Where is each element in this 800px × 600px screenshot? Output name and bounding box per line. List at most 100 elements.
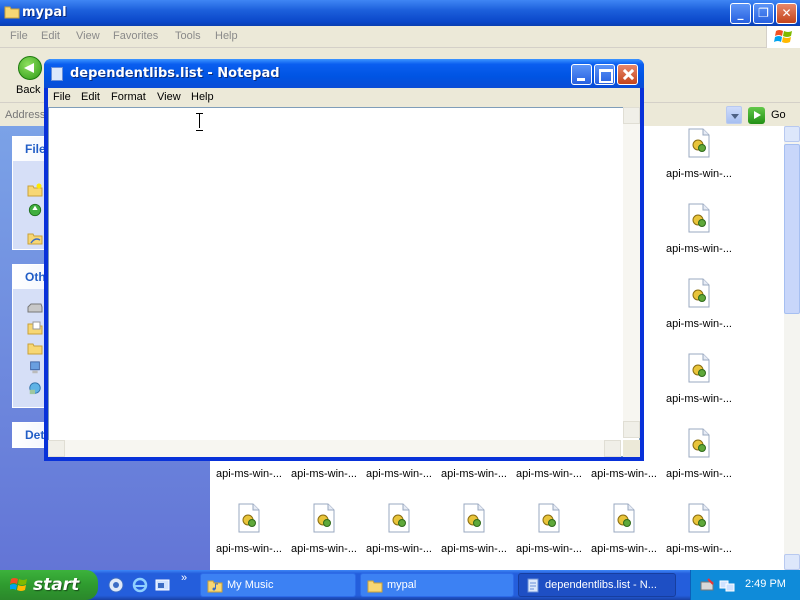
file-label: api-ms-win-... [665,318,732,330]
file-label: api-ms-win-... [365,468,432,480]
minimize-button[interactable] [571,64,592,85]
notepad-titlebar[interactable]: dependentlibs.list - Notepad [44,59,644,88]
file-label: api-ms-win-... [365,543,432,555]
file-label: api-ms-win-... [290,543,357,555]
file-item[interactable]: api-ms-win-... [436,503,512,563]
dll-file-icon [538,503,560,533]
file-label: api-ms-win-... [665,393,732,405]
file-item[interactable]: api-ms-win-... [211,503,287,563]
file-label: api-ms-win-... [515,468,582,480]
windows-logo-icon [766,26,800,48]
notepad-window: dependentlibs.list - Notepad File Edit F… [44,59,644,461]
file-item[interactable]: api-ms-win-... [661,353,737,413]
menu-favorites[interactable]: Favorites [113,30,158,42]
publish-web-icon[interactable] [27,203,43,217]
dll-file-icon [688,503,710,533]
folder-icon [4,6,20,19]
vertical-scrollbar[interactable] [623,107,640,438]
dll-file-icon [688,353,710,383]
go-label: Go [771,109,786,121]
menu-file[interactable]: File [53,91,71,103]
show-desktop-icon[interactable] [155,577,171,593]
shared-documents-icon[interactable] [27,341,43,355]
scroll-down-button[interactable] [784,554,800,570]
file-list-scrollbar[interactable] [784,126,800,570]
dll-file-icon [388,503,410,533]
explorer-title: mypal [22,5,67,20]
back-button[interactable]: Back [12,54,48,98]
size-grip[interactable] [623,440,640,457]
task-label: My Music [227,579,274,591]
file-item[interactable]: api-ms-win-... [661,128,737,188]
file-label: api-ms-win-... [515,543,582,555]
network-status-icon[interactable] [719,577,735,593]
file-item[interactable]: api-ms-win-... [511,503,587,563]
windows-logo-icon [10,578,27,591]
scroll-left-button[interactable] [48,440,65,457]
file-item[interactable]: api-ms-win-... [286,503,362,563]
network-places-icon[interactable] [27,381,43,395]
restore-button[interactable]: ❐ [753,3,774,24]
dll-file-icon [688,203,710,233]
my-documents-icon[interactable] [27,321,43,335]
notepad-menubar: File Edit Format View Help [48,88,640,107]
menu-view[interactable]: View [157,91,181,103]
task-label: mypal [387,579,417,591]
menu-file[interactable]: File [10,30,28,42]
file-item[interactable]: api-ms-win-... [661,428,737,488]
clock[interactable]: 2:49 PM [745,578,786,590]
notepad-icon [51,67,63,81]
menu-tools[interactable]: Tools [175,30,201,42]
file-label: api-ms-win-... [665,468,732,480]
menu-edit[interactable]: Edit [41,30,60,42]
dll-file-icon [313,503,335,533]
internet-explorer-icon[interactable] [132,577,148,593]
scroll-up-button[interactable] [623,107,640,124]
menu-help[interactable]: Help [191,91,214,103]
address-label: Address [5,109,46,121]
menu-format[interactable]: Format [111,91,146,103]
task-button-mypal[interactable]: mypal [360,573,514,597]
file-label: api-ms-win-... [290,468,357,480]
task-button-notepad[interactable]: dependentlibs.list - N... [518,573,676,597]
file-item[interactable]: api-ms-win-... [661,503,737,563]
file-label: api-ms-win-... [215,468,282,480]
explorer-titlebar[interactable]: mypal _ ❐ ✕ [0,0,800,26]
start-label: start [33,575,80,595]
address-dropdown-button[interactable] [726,106,742,124]
quicklaunch-chevron-icon[interactable]: » [181,572,187,584]
scroll-down-button[interactable] [623,421,640,438]
task-button-my-music[interactable]: My Music [200,573,356,597]
scroll-thumb[interactable] [784,144,800,314]
safely-remove-hardware-icon[interactable] [699,577,715,593]
file-item[interactable]: api-ms-win-... [361,503,437,563]
share-folder-icon[interactable] [27,231,43,245]
new-folder-icon[interactable] [27,183,43,197]
file-label: api-ms-win-... [440,468,507,480]
notepad-icon [527,578,539,593]
file-item[interactable]: api-ms-win-... [661,203,737,263]
music-folder-icon [207,580,223,593]
close-button[interactable] [617,64,638,85]
minimize-button[interactable]: _ [730,3,751,24]
start-button[interactable]: start [0,570,98,600]
file-item[interactable]: api-ms-win-... [661,278,737,338]
my-computer-icon[interactable] [27,361,43,375]
mypal-browser-icon[interactable] [108,577,124,593]
file-item[interactable]: api-ms-win-... [586,503,662,563]
drive-icon[interactable] [27,301,43,315]
horizontal-scrollbar[interactable] [48,440,621,457]
scroll-right-button[interactable] [604,440,621,457]
menu-view[interactable]: View [76,30,100,42]
task-label: dependentlibs.list - N... [545,579,657,591]
system-tray: 2:49 PM [690,570,800,600]
maximize-button[interactable] [594,64,615,85]
menu-edit[interactable]: Edit [81,91,100,103]
go-button[interactable]: Go [746,106,792,125]
dll-file-icon [688,428,710,458]
menu-help[interactable]: Help [215,30,238,42]
scroll-up-button[interactable] [784,126,800,142]
back-label: Back [16,84,41,96]
close-button[interactable]: ✕ [776,3,797,24]
file-label: api-ms-win-... [665,543,732,555]
